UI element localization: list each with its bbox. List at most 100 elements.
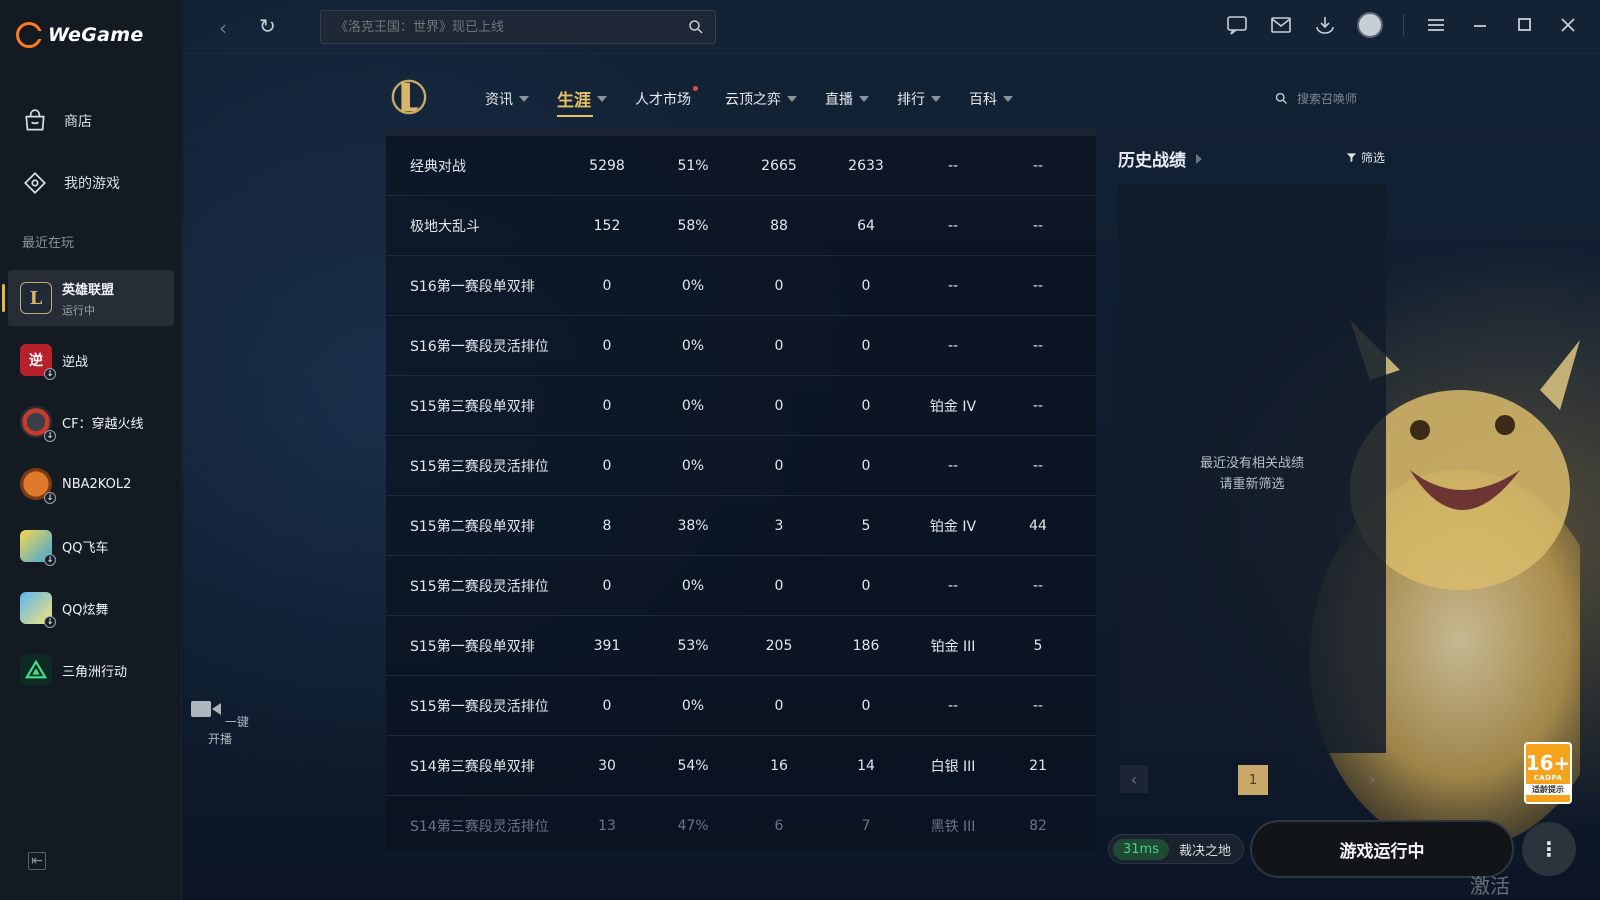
- download-badge-icon: ↓: [44, 492, 56, 504]
- menu-icon[interactable]: [1424, 13, 1448, 37]
- chevron-down-icon: [859, 95, 869, 102]
- stat-cell: --: [1032, 397, 1044, 414]
- stat-cell: --: [947, 697, 959, 714]
- video-camera-icon: [191, 701, 222, 717]
- stat-cell: --: [947, 157, 959, 174]
- sidebar-item-label: 商店: [64, 114, 92, 130]
- stat-cell: 0%: [681, 397, 705, 414]
- stat-cell: 0: [774, 337, 784, 354]
- sidebar-game-lol[interactable]: L 英雄联盟 运行中: [2, 270, 174, 326]
- pager-page-button[interactable]: 1: [1238, 765, 1268, 795]
- table-row: S15第二赛段灵活排位 0 0% 0 0 -- --: [386, 556, 1096, 616]
- lol-tab-bar: 资讯 生涯 人才市场 云顶之弈 直播 排行 百科: [485, 86, 1041, 117]
- sidebar-game-nba2kol2[interactable]: ↓ NBA2KOL2: [8, 456, 174, 512]
- queue-name-cell: S15第一赛段灵活排位: [410, 698, 549, 715]
- table-row: S15第三赛段灵活排位 0 0% 0 0 -- --: [386, 436, 1096, 496]
- summoner-search-placeholder: 搜索召唤师: [1297, 92, 1358, 106]
- notification-dot: [693, 86, 698, 91]
- user-avatar[interactable]: [1357, 12, 1383, 38]
- history-panel: 最近没有相关战绩 请重新筛选: [1118, 185, 1386, 753]
- chat-icon[interactable]: [1225, 13, 1249, 37]
- stat-cell: 0%: [681, 337, 705, 354]
- table-row: S14第三赛段单双排 30 54% 16 14 白银 III 21: [386, 736, 1096, 796]
- summoner-search[interactable]: 搜索召唤师: [1274, 90, 1357, 107]
- queue-name-cell: S14第三赛段灵活排位: [410, 818, 549, 835]
- download-badge-icon: ↓: [44, 554, 56, 566]
- windows-activation-watermark: 激活 Windows: [1470, 874, 1559, 900]
- stat-cell: 7: [861, 817, 871, 834]
- stream-label: 一键开播: [207, 715, 249, 746]
- more-options-icon[interactable]: ⋮: [1522, 822, 1576, 876]
- stat-cell: 21: [1029, 757, 1047, 774]
- game-name: CF：穿越火线: [62, 416, 144, 432]
- sidebar-item-shop[interactable]: 商店: [22, 108, 92, 134]
- stat-cell: 0: [861, 577, 871, 594]
- table-row: S16第一赛段灵活排位 0 0% 0 0 -- --: [386, 316, 1096, 376]
- stat-cell: 白银 III: [930, 758, 976, 775]
- stat-cell: 3: [774, 517, 784, 534]
- stat-cell: 0: [774, 397, 784, 414]
- basketball-icon: ↓: [20, 468, 56, 504]
- sidebar-item-my-games[interactable]: 我的游戏: [22, 170, 120, 196]
- stat-cell: 44: [1029, 517, 1047, 534]
- global-search-input[interactable]: [335, 19, 675, 35]
- wegame-logo-icon: [16, 22, 42, 48]
- stat-cell: 38%: [677, 517, 709, 534]
- server-ping-indicator[interactable]: 31ms 裁决之地: [1108, 834, 1244, 864]
- tab-career[interactable]: 生涯: [557, 86, 607, 117]
- tab-wiki[interactable]: 百科: [969, 86, 1013, 111]
- stat-cell: 6: [774, 817, 784, 834]
- divider: [1403, 14, 1404, 36]
- wegame-logo[interactable]: WeGame: [16, 22, 144, 48]
- tab-tft[interactable]: 云顶之弈: [725, 86, 797, 111]
- stat-cell: 0: [861, 337, 871, 354]
- sidebar-game-qq-speed[interactable]: ↓ QQ飞车: [8, 518, 174, 574]
- server-name: 裁决之地: [1178, 843, 1231, 859]
- lol-logo-icon[interactable]: [390, 76, 428, 116]
- sidebar-game-nizhan[interactable]: 逆 ↓ 逆战: [8, 332, 174, 388]
- tab-ranking[interactable]: 排行: [897, 86, 941, 111]
- table-row: S15第一赛段单双排 391 53% 205 186 铂金 III 5: [386, 616, 1096, 676]
- refresh-icon[interactable]: ↻: [259, 14, 276, 38]
- stat-cell: 黑铁 III: [930, 818, 976, 835]
- tab-talent-market[interactable]: 人才市场: [635, 86, 698, 111]
- stat-cell: 0: [774, 277, 784, 294]
- table-row: S15第一赛段灵活排位 0 0% 0 0 -- --: [386, 676, 1096, 736]
- pager-prev-icon[interactable]: ‹: [1120, 765, 1148, 793]
- history-title[interactable]: 历史战绩: [1118, 146, 1202, 171]
- cf-icon: ↓: [20, 406, 56, 442]
- sidebar-game-cf[interactable]: ↓ CF：穿越火线: [8, 394, 174, 450]
- table-row: S14第三赛段灵活排位 13 47% 6 7 黑铁 III 82: [386, 796, 1096, 850]
- global-search-box[interactable]: [320, 10, 716, 44]
- stat-cell: 88: [770, 217, 788, 234]
- stat-cell: 8: [602, 517, 612, 534]
- stat-cell: 16: [770, 757, 788, 774]
- minimize-icon[interactable]: [1468, 13, 1492, 37]
- stat-cell: 0: [774, 577, 784, 594]
- one-click-stream-button[interactable]: 一键开播: [190, 700, 250, 747]
- stat-cell: 0: [861, 397, 871, 414]
- queue-name-cell: 经典对战: [410, 158, 466, 175]
- table-row: S15第三赛段单双排 0 0% 0 0 铂金 IV --: [386, 376, 1096, 436]
- maximize-icon[interactable]: [1512, 13, 1536, 37]
- close-icon[interactable]: [1556, 13, 1580, 37]
- stat-cell: 0: [774, 457, 784, 474]
- back-icon[interactable]: ‹: [219, 16, 227, 40]
- sidebar-game-delta-force[interactable]: 三角洲行动: [8, 642, 174, 698]
- pager-next-icon[interactable]: ›: [1358, 765, 1386, 793]
- mail-icon[interactable]: [1269, 13, 1293, 37]
- download-manager-icon[interactable]: [1313, 13, 1337, 37]
- stat-cell: 186: [852, 637, 880, 654]
- filter-button[interactable]: 筛选: [1346, 149, 1385, 166]
- tab-news[interactable]: 资讯: [485, 86, 529, 111]
- tab-live[interactable]: 直播: [825, 86, 869, 111]
- stat-cell: 0: [861, 457, 871, 474]
- chevron-down-icon: [1003, 95, 1013, 102]
- sidebar-game-qq-dance[interactable]: ↓ QQ炫舞: [8, 580, 174, 636]
- stat-cell: 5: [861, 517, 871, 534]
- stat-cell: 5: [1033, 637, 1043, 654]
- age-rating-badge: 16+ CADPA 适龄提示: [1524, 742, 1572, 804]
- collapse-sidebar-icon[interactable]: ⇤: [28, 852, 46, 870]
- top-bar: ‹ ↻: [183, 0, 1600, 54]
- search-icon[interactable]: [687, 18, 705, 36]
